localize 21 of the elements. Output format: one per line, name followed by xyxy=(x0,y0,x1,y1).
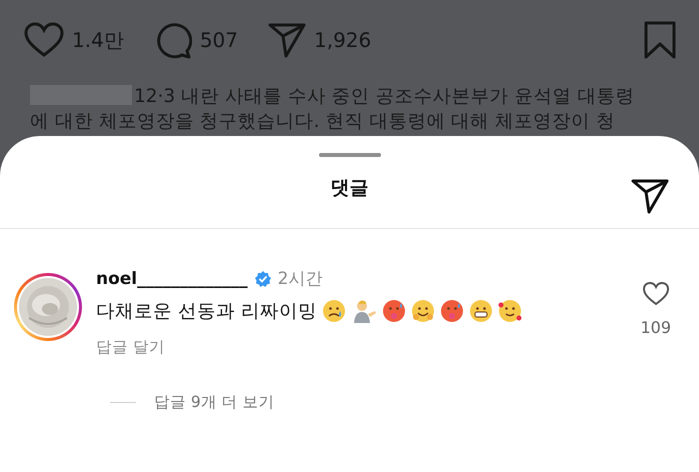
face-emoji-icon xyxy=(322,298,346,322)
username[interactable]: noel_____________ xyxy=(96,268,248,288)
face-emoji-icon xyxy=(498,298,522,322)
face-emoji-icon xyxy=(382,298,406,322)
face-emoji-icon xyxy=(468,298,493,322)
bookmark-icon[interactable] xyxy=(643,20,677,60)
view-replies-link[interactable]: 답글 9개 더 보기 xyxy=(154,392,275,413)
sheet-title: 댓글 xyxy=(330,176,368,201)
send-icon[interactable] xyxy=(631,178,669,214)
like-count: 1.4만 xyxy=(72,26,124,54)
comment-text: 다채로운 선동과 리짜이밍 xyxy=(96,300,317,323)
comment-count: 507 xyxy=(200,28,238,52)
like-count: 109 xyxy=(640,318,671,337)
heart-icon[interactable] xyxy=(642,281,670,306)
share-count: 1,926 xyxy=(314,28,372,52)
comment-time: 2시간 xyxy=(278,268,322,290)
caption-text: 12·3 내란 사태를 수사 중인 공조수사본부가 윤석열 대통령 xyxy=(134,86,634,107)
reply-link[interactable]: 답글 달기 xyxy=(96,337,640,358)
face-emoji-icon xyxy=(410,298,435,322)
caption-text: 에 대한 체포영장을 청구했습니다. 현직 대통령에 대해 체포영장이 청 xyxy=(30,111,615,132)
face-emoji-icon xyxy=(440,298,464,322)
